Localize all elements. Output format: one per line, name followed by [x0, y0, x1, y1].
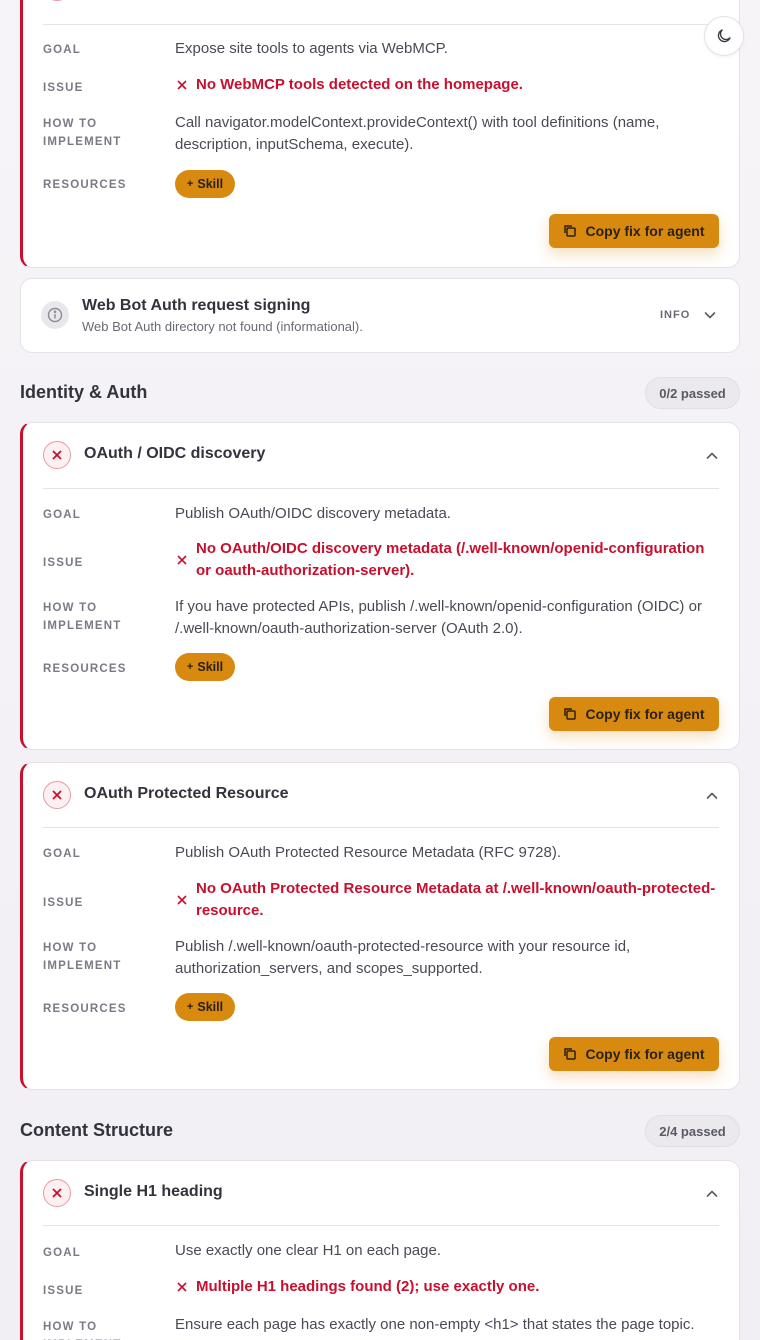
fail-status-icon [43, 0, 71, 1]
copy-icon [564, 708, 577, 720]
card-title: Web Bot Auth request signing [82, 297, 311, 314]
card-header[interactable]: OAuth / OIDC discovery [23, 423, 739, 488]
divider [43, 488, 719, 489]
x-icon [177, 80, 187, 90]
section-title-content-structure: Content Structure [20, 1120, 173, 1140]
resources-label: RESOURCES [43, 663, 127, 675]
how-to-implement-label: HOW TOIMPLEMENT [43, 602, 122, 632]
goal-text: Publish OAuth/OIDC discovery metadata. [175, 505, 451, 522]
check-card-web-bot-auth[interactable]: Web Bot Auth request signing Web Bot Aut… [20, 278, 740, 353]
goal-text: Use exactly one clear H1 on each page. [175, 1242, 441, 1259]
card-title: OAuth Protected Resource [84, 785, 289, 802]
theme-toggle-button[interactable] [704, 16, 744, 56]
info-badge: INFO [660, 309, 691, 321]
check-card-oauth-protected-resource: OAuth Protected Resource GOAL Publish OA… [20, 762, 740, 1090]
issue-label: ISSUE [43, 82, 84, 94]
check-card-single-h1: Single H1 heading GOAL Use exactly one c… [20, 1160, 740, 1340]
how-to-implement-text: Call navigator.modelContext.provideConte… [175, 114, 660, 153]
fail-status-icon [43, 441, 71, 469]
fail-status-icon [43, 781, 71, 809]
how-to-implement-text: Publish /.well-known/oauth-protected-res… [175, 938, 631, 977]
check-card-oauth-oidc: OAuth / OIDC discovery GOAL Publish OAut… [20, 422, 740, 750]
page: GOAL Expose site tools to agents via Web… [0, 0, 760, 1340]
plus-icon: + [186, 178, 194, 190]
chevron-up-icon[interactable] [705, 789, 719, 803]
issue-label: ISSUE [43, 1285, 84, 1297]
card-title: Single H1 heading [84, 1183, 223, 1200]
issue-text: No OAuth Protected Resource Metadata at … [175, 878, 717, 922]
check-card-webmcp: GOAL Expose site tools to agents via Web… [20, 0, 740, 268]
divider [43, 827, 719, 828]
copy-fix-button[interactable]: Copy fix for agent [549, 697, 719, 731]
skill-link[interactable]: + Skill [175, 993, 235, 1021]
x-icon [177, 1282, 187, 1292]
divider [43, 1225, 719, 1226]
how-to-implement-label: HOW TOIMPLEMENT [43, 942, 122, 972]
issue-text: No WebMCP tools detected on the homepage… [175, 74, 717, 96]
how-to-implement-label: HOW TOIMPLEMENT [43, 118, 122, 148]
divider [43, 24, 719, 25]
copy-icon [564, 225, 577, 237]
card-title: OAuth / OIDC discovery [84, 445, 266, 462]
chevron-down-icon[interactable] [703, 308, 717, 322]
how-to-implement-label: HOW TOIMPLEMENT [43, 1321, 120, 1340]
copy-fix-button[interactable]: Copy fix for agent [549, 214, 719, 248]
plus-icon: + [186, 1001, 194, 1013]
skill-link[interactable]: + Skill [175, 170, 235, 198]
x-icon [177, 555, 187, 565]
section-title-identity-auth: Identity & Auth [20, 382, 148, 402]
copy-icon [564, 1048, 577, 1060]
issue-text: No OAuth/OIDC discovery metadata (/.well… [175, 538, 717, 582]
how-to-implement-text: If you have protected APIs, publish /.we… [175, 598, 702, 637]
how-to-implement-text: Ensure each page has exactly one non-emp… [175, 1316, 695, 1333]
moon-icon [717, 29, 731, 43]
passed-badge: 2/4 passed [645, 1115, 740, 1147]
passed-badge: 0/2 passed [645, 377, 740, 409]
card-header[interactable]: OAuth Protected Resource [23, 763, 739, 828]
info-icon [41, 301, 69, 329]
issue-label: ISSUE [43, 557, 84, 569]
issue-label: ISSUE [43, 897, 84, 909]
goal-text: Publish OAuth Protected Resource Metadat… [175, 844, 562, 861]
goal-text: Expose site tools to agents via WebMCP. [175, 40, 448, 57]
goal-label: GOAL [43, 509, 82, 521]
plus-icon: + [186, 661, 194, 673]
chevron-up-icon[interactable] [705, 1187, 719, 1201]
card-subtitle: Web Bot Auth directory not found (inform… [82, 319, 363, 334]
goal-label: GOAL [43, 848, 82, 860]
fail-status-icon [43, 1179, 71, 1207]
skill-link[interactable]: + Skill [175, 653, 235, 681]
goal-label: GOAL [43, 44, 82, 56]
card-header[interactable]: Single H1 heading [23, 1161, 739, 1226]
goal-label: GOAL [43, 1247, 82, 1259]
chevron-up-icon[interactable] [705, 449, 719, 463]
x-icon [177, 895, 187, 905]
resources-label: RESOURCES [43, 179, 127, 191]
copy-fix-button[interactable]: Copy fix for agent [549, 1037, 719, 1071]
issue-text: Multiple H1 headings found (2); use exac… [175, 1276, 717, 1298]
resources-label: RESOURCES [43, 1003, 127, 1015]
